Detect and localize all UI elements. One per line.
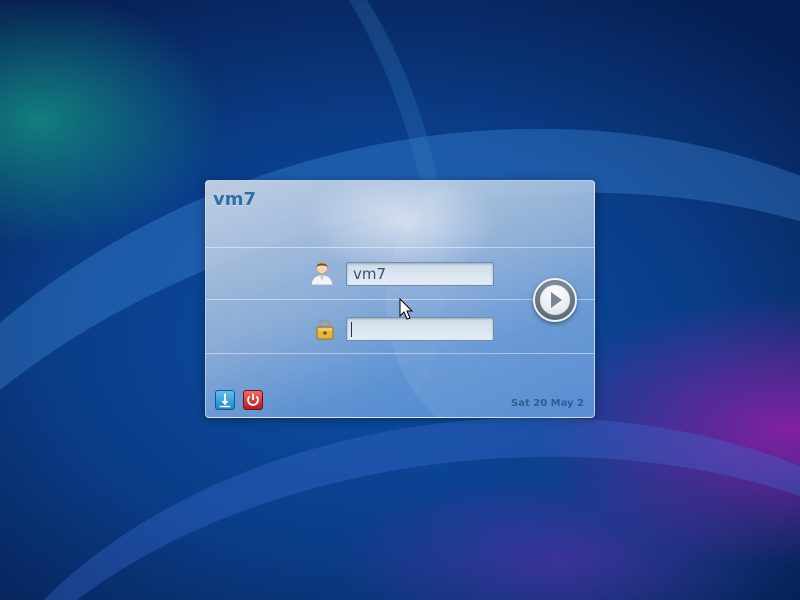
user-icon xyxy=(310,262,334,285)
lock-icon xyxy=(316,319,334,340)
play-icon xyxy=(540,285,570,315)
desktop-background: vm7 vm7 Sat 20 May 2 xyxy=(0,0,800,600)
power-icon xyxy=(247,393,259,406)
mouse-pointer-icon xyxy=(399,298,414,320)
hostname-label: vm7 xyxy=(213,189,257,210)
panel-divider xyxy=(206,247,594,248)
down-arrow-icon xyxy=(219,393,231,408)
username-input[interactable] xyxy=(346,262,494,286)
datetime-label: Sat 20 May 2 xyxy=(511,398,584,409)
password-input[interactable] xyxy=(346,317,494,341)
session-menu-button[interactable] xyxy=(215,390,235,410)
shutdown-button[interactable] xyxy=(243,390,263,410)
panel-divider xyxy=(206,353,594,354)
login-button[interactable] xyxy=(533,278,577,322)
